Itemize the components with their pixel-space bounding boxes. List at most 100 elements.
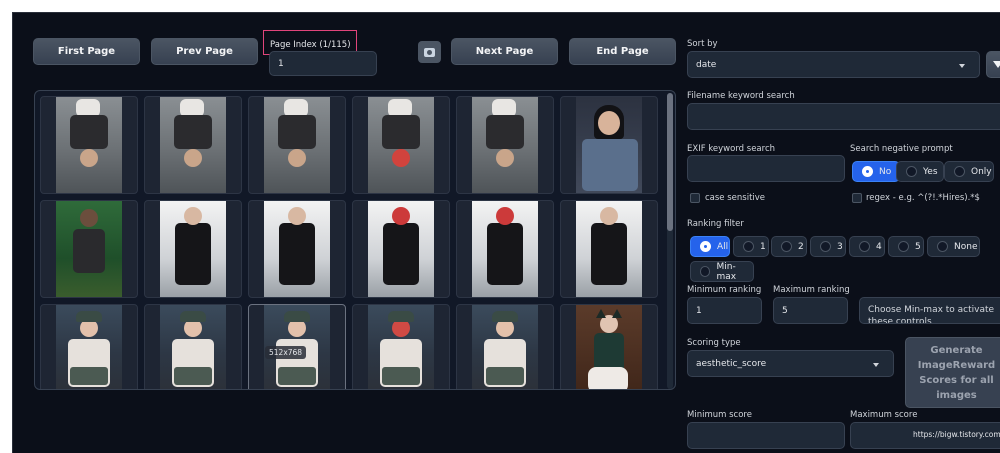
sort-by-value: date [696, 59, 717, 70]
max-ranking-input[interactable]: 5 [773, 297, 848, 324]
thumbnail-image [160, 305, 226, 389]
thumbnail-image [264, 97, 330, 193]
negative-prompt-only[interactable]: Only [944, 161, 994, 182]
thumbnail-image [576, 97, 642, 193]
gallery-thumbnail[interactable] [456, 96, 554, 194]
ranking-5[interactable]: 5 [888, 236, 924, 257]
thumbnail-image [264, 201, 330, 297]
min-ranking-input[interactable]: 1 [687, 297, 762, 324]
ranking-all[interactable]: All [690, 236, 730, 257]
exif-search-input[interactable] [687, 155, 845, 182]
max-ranking-label: Maximum ranking [773, 285, 850, 295]
scoring-type-value: aesthetic_score [696, 358, 767, 369]
negative-prompt-label: Search negative prompt [850, 144, 953, 154]
scoring-type-label: Scoring type [687, 338, 741, 348]
radio-dot [954, 166, 965, 177]
case-sensitive-label: case sensitive [705, 193, 766, 203]
radio-dot [898, 241, 909, 252]
gallery-thumbnail[interactable] [352, 304, 450, 389]
gallery-thumbnail[interactable] [40, 96, 138, 194]
gallery-thumbnail[interactable] [352, 200, 450, 298]
thumbnail-image [56, 305, 122, 389]
sort-direction-button[interactable] [986, 51, 1000, 78]
thumbnail-image [56, 97, 122, 193]
gallery-scrollbar-handle[interactable] [667, 93, 673, 231]
min-score-input[interactable] [687, 422, 845, 449]
ranking-2[interactable]: 2 [771, 236, 807, 257]
filename-search-input[interactable] [687, 103, 1000, 130]
filename-search-label: Filename keyword search [687, 91, 795, 101]
min-score-label: Minimum score [687, 410, 752, 420]
radio-dot [820, 241, 831, 252]
ranking-filter-label: Ranking filter [687, 219, 744, 229]
gallery-thumbnail[interactable] [40, 200, 138, 298]
page-index-input[interactable]: 1 [269, 51, 377, 76]
regex-checkbox[interactable] [852, 193, 862, 203]
page-index-label: Page Index (1/115) [270, 40, 351, 50]
gallery-thumbnail[interactable] [144, 200, 242, 298]
ranking-4[interactable]: 4 [849, 236, 885, 257]
radio-dot [937, 241, 948, 252]
thumbnail-image [472, 305, 538, 389]
gallery-thumbnail[interactable]: 512x768 [248, 304, 346, 389]
ranking-1[interactable]: 1 [733, 236, 769, 257]
thumbnail-image [160, 201, 226, 297]
radio-dot [906, 166, 917, 177]
radio-dot [862, 166, 873, 177]
radio-dot [859, 241, 870, 252]
first-page-button[interactable]: First Page [33, 38, 140, 65]
exif-search-label: EXIF keyword search [687, 144, 776, 154]
image-size-tag: 512x768 [265, 346, 307, 359]
radio-dot [700, 241, 711, 252]
min-ranking-label: Minimum ranking [687, 285, 762, 295]
sort-by-label: Sort by [687, 39, 718, 49]
radio-dot [781, 241, 792, 252]
end-page-button[interactable]: End Page [569, 38, 676, 65]
thumbnail-image [576, 201, 642, 297]
sort-direction-icon [993, 61, 1000, 68]
gallery-thumbnail[interactable] [248, 96, 346, 194]
radio-dot [743, 241, 754, 252]
gallery-thumbnail[interactable] [456, 200, 554, 298]
gallery-thumbnail[interactable] [40, 304, 138, 389]
negative-prompt-yes[interactable]: Yes [896, 161, 944, 182]
negative-prompt-no[interactable]: No [852, 161, 900, 182]
refresh-icon [424, 47, 435, 57]
max-score-label: Maximum score [850, 410, 918, 420]
chevron-down-icon [959, 64, 965, 68]
next-page-button[interactable]: Next Page [451, 38, 558, 65]
thumbnail-image [368, 97, 434, 193]
gallery-thumbnail[interactable] [248, 200, 346, 298]
ranking-none[interactable]: None [927, 236, 980, 257]
thumbnail-image [576, 305, 642, 389]
image-gallery: 512x768 [34, 90, 676, 390]
generate-imagereward-button[interactable]: Generate ImageReward Scores for all imag… [905, 337, 1000, 408]
thumbnail-image [472, 201, 538, 297]
thumbnail-image [56, 201, 122, 297]
thumbnail-image [368, 305, 434, 389]
thumbnail-image [160, 97, 226, 193]
refresh-button[interactable] [418, 41, 441, 63]
prev-page-button[interactable]: Prev Page [151, 38, 258, 65]
min-max-hint: Choose Min-max to activate these control… [859, 297, 1000, 324]
chevron-down-icon [873, 363, 879, 367]
gallery-thumbnail[interactable] [144, 96, 242, 194]
gallery-scrollbar[interactable] [667, 93, 673, 389]
ranking-min-max[interactable]: Min-max [690, 261, 754, 282]
radio-dot [700, 266, 711, 277]
gallery-thumbnail[interactable] [560, 304, 658, 389]
gallery-thumbnail[interactable] [560, 200, 658, 298]
gallery-thumbnail[interactable] [352, 96, 450, 194]
thumbnail-image [472, 97, 538, 193]
thumbnail-image [368, 201, 434, 297]
ranking-3[interactable]: 3 [810, 236, 846, 257]
case-sensitive-checkbox[interactable] [690, 193, 700, 203]
regex-label: regex - e.g. ^(?!.*Hires).*$ [866, 193, 980, 203]
gallery-thumbnail[interactable] [144, 304, 242, 389]
sort-by-select[interactable]: date [687, 51, 980, 78]
watermark-text: https://bigw.tistory.com [913, 430, 1000, 439]
thumbnail-grid: 512x768 [40, 96, 658, 389]
gallery-thumbnail[interactable] [560, 96, 658, 194]
scoring-type-select[interactable]: aesthetic_score [687, 350, 894, 377]
gallery-thumbnail[interactable] [456, 304, 554, 389]
